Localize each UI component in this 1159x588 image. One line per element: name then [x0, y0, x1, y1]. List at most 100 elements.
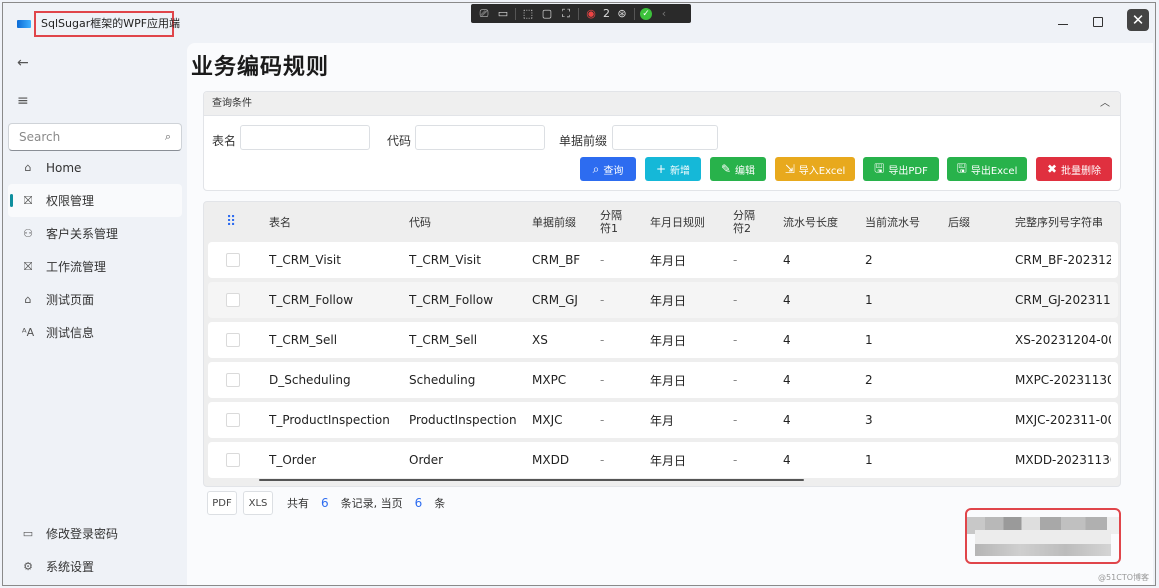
export-excel-button[interactable]: 🖫 导出Excel: [947, 157, 1027, 181]
row-checkbox[interactable]: [226, 293, 240, 307]
table-row[interactable]: T_CRM_Sell T_CRM_Sell XS - 年月日 - 4 1 XS-20231204…: [208, 322, 1118, 358]
row-checkbox[interactable]: [226, 413, 240, 427]
row-checkbox[interactable]: [226, 253, 240, 267]
close-button[interactable]: ✕: [1127, 9, 1149, 31]
sidebar: ← ≡ ⌕ ⌂ Home ⛝ 权限管理 ⚇ 客户关系管理 ⛝ 工作流管理: [3, 43, 187, 585]
cell-col-sep2: -: [733, 253, 738, 267]
cell-col-current-serial: 2: [865, 373, 873, 387]
check-icon[interactable]: ✓: [640, 7, 652, 20]
row-checkbox[interactable]: [226, 333, 240, 347]
horizontal-scrollbar[interactable]: [259, 479, 804, 481]
header-col-full-serial[interactable]: 完整序列号字符串: [1015, 202, 1103, 242]
query-panel-title: 查询条件: [212, 98, 252, 109]
button-label: 批量删除: [1061, 165, 1102, 177]
table-row[interactable]: T_CRM_Follow T_CRM_Follow CRM_GJ - 年月日 - 4 1 CRM…: [208, 282, 1118, 318]
header-col-sep2[interactable]: 分隔 符2: [733, 202, 755, 242]
sidebar-item-test-page[interactable]: ⌂ 测试页面: [8, 283, 182, 316]
sidebar-item-change-password[interactable]: ▭ 修改登录密码: [8, 517, 182, 550]
batch-delete-button[interactable]: ✖ 批量删除: [1036, 157, 1112, 181]
sidebar-item-home[interactable]: ⌂ Home: [8, 151, 182, 184]
import-excel-button[interactable]: ⇲ 导入Excel: [775, 157, 855, 181]
total-prefix: 共有: [287, 497, 309, 510]
header-col-table-name[interactable]: 表名: [269, 202, 291, 242]
cell-col-full-serial: CRM_BF-2023120: [1015, 253, 1111, 267]
cell-col-sep1: -: [600, 413, 605, 427]
button-label: 新增: [670, 165, 691, 177]
select-window-icon[interactable]: ⬚: [521, 7, 535, 20]
maximize-button[interactable]: [1093, 17, 1103, 27]
search-icon[interactable]: ⌕: [165, 130, 171, 144]
export-pdf-icon[interactable]: PDF: [207, 491, 237, 515]
delete-icon: ✖: [1046, 162, 1058, 176]
row-checkbox[interactable]: [226, 373, 240, 387]
sidebar-item-permissions[interactable]: ⛝ 权限管理: [8, 184, 182, 217]
table-name-input[interactable]: [240, 125, 370, 150]
header-col-prefix[interactable]: 单据前缀: [532, 202, 576, 242]
search-icon: ⌕: [592, 161, 600, 176]
cell-col-serial-length: 4: [783, 333, 791, 347]
select-all-grid-icon[interactable]: ⠿: [226, 202, 236, 242]
cell-col-table-name: T_CRM_Sell: [269, 333, 338, 347]
export-xls-icon[interactable]: XLS: [243, 491, 273, 515]
cell-col-serial-length: 4: [783, 373, 791, 387]
table-row[interactable]: T_CRM_Visit T_CRM_Visit CRM_BF - 年月日 - 4 2 CRM_B…: [208, 242, 1118, 278]
accessibility-icon[interactable]: ⊛: [615, 7, 629, 20]
chevron-up-icon[interactable]: ︿: [1100, 92, 1110, 116]
header-col-date-rule[interactable]: 年月日规则: [650, 202, 705, 242]
screen-record-icon[interactable]: ⎚: [477, 7, 491, 20]
table-row[interactable]: T_Order Order MXDD - 年月日 - 4 1 MXDD-20231130-: [208, 442, 1118, 478]
hamburger-menu-icon[interactable]: ≡: [17, 93, 29, 109]
search-input[interactable]: [19, 130, 149, 144]
cell-col-code: T_CRM_Sell: [409, 333, 478, 347]
row-checkbox[interactable]: [226, 453, 240, 467]
row-checkbox-cell: [226, 442, 240, 478]
cell-col-serial-length: 4: [783, 293, 791, 307]
header-col-code[interactable]: 代码: [409, 202, 431, 242]
sidebar-item-label: 系统设置: [46, 560, 95, 574]
sidebar-item-crm[interactable]: ⚇ 客户关系管理: [8, 217, 182, 250]
query-panel-header[interactable]: 查询条件 ︿: [204, 92, 1120, 116]
divider: [578, 7, 579, 20]
export-pdf-button[interactable]: 🖫 导出PDF: [863, 157, 939, 181]
cell-col-sep1: -: [600, 253, 605, 267]
button-label: 编辑: [735, 165, 756, 177]
code-input[interactable]: [415, 125, 545, 150]
header-col-suffix[interactable]: 后缀: [948, 202, 970, 242]
cell-col-prefix: MXPC: [532, 373, 567, 387]
mic-icon[interactable]: ◉: [584, 7, 598, 20]
sidebar-item-test-info[interactable]: ᴬA 测试信息: [8, 316, 182, 349]
table-row[interactable]: D_Scheduling Scheduling MXPC - 年月日 - 4 2 MXPC-20…: [208, 362, 1118, 398]
edit-icon: ✎: [720, 162, 732, 176]
total-suffix: 条记录, 当页: [340, 497, 403, 510]
sidebar-item-label: 测试页面: [46, 293, 95, 307]
header-col-current-serial[interactable]: 当前流水号: [865, 202, 920, 242]
sidebar-item-label: 测试信息: [46, 326, 95, 340]
region-icon[interactable]: ▢: [540, 7, 554, 20]
table-row[interactable]: T_ProductInspection ProductInspection MXJC…: [208, 402, 1118, 438]
camera-icon[interactable]: ▭: [496, 7, 510, 20]
header-col-sep1[interactable]: 分隔 符1: [600, 202, 622, 242]
sidebar-search[interactable]: ⌕: [8, 123, 182, 151]
cell-col-current-serial: 1: [865, 453, 873, 467]
cell-col-full-serial: CRM_GJ-2023113(: [1015, 293, 1111, 307]
nav-list: ⌂ Home ⛝ 权限管理 ⚇ 客户关系管理 ⛝ 工作流管理 ⌂ 测试页面 ᴬA…: [8, 151, 182, 349]
sidebar-item-settings[interactable]: ⚙ 系统设置: [8, 550, 182, 583]
prefix-input[interactable]: [612, 125, 718, 150]
minimize-button[interactable]: [1056, 15, 1070, 29]
edit-button[interactable]: ✎ 编辑: [710, 157, 766, 181]
back-arrow-icon[interactable]: ←: [17, 55, 29, 71]
fullscreen-icon[interactable]: ⛶: [559, 7, 573, 20]
cell-col-sep1: -: [600, 293, 605, 307]
button-label: 导出Excel: [970, 165, 1018, 177]
header-col-serial-length[interactable]: 流水号长度: [783, 202, 838, 242]
sidebar-item-workflow[interactable]: ⛝ 工作流管理: [8, 250, 182, 283]
app-logo-icon: [17, 20, 31, 28]
cell-col-full-serial: MXPC-20231130-(: [1015, 373, 1111, 387]
search-button[interactable]: ⌕ 查询: [580, 157, 636, 181]
add-button[interactable]: + 新增: [645, 157, 701, 181]
permission-icon: ⛝: [23, 193, 33, 207]
collapse-chevron-icon[interactable]: ‹: [657, 7, 671, 20]
cell-col-date-rule: 年月日: [650, 253, 687, 268]
gear-icon: ⚙: [23, 560, 33, 573]
cell-col-code: T_CRM_Visit: [409, 253, 481, 267]
